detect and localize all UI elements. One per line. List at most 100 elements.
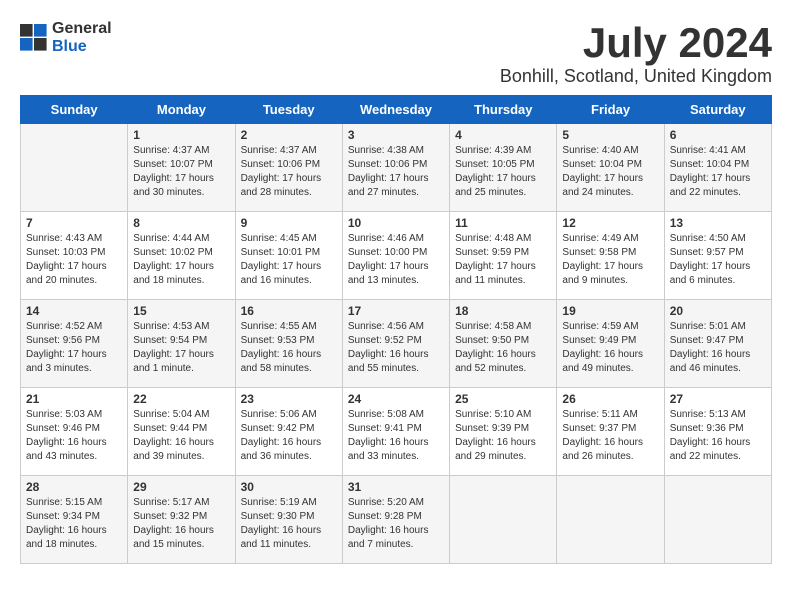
sunset-text: Sunset: 9:30 PM (241, 511, 315, 522)
sunrise-text: Sunrise: 4:44 AM (133, 233, 209, 244)
sunset-text: Sunset: 10:03 PM (26, 247, 106, 258)
sunrise-text: Sunrise: 4:45 AM (241, 233, 317, 244)
calendar-cell: 22 Sunrise: 5:04 AM Sunset: 9:44 PM Dayl… (128, 388, 235, 476)
daylight-text: Daylight: 17 hours and 20 minutes. (26, 261, 107, 286)
day-number: 20 (670, 304, 766, 318)
cell-content: Sunrise: 5:15 AM Sunset: 9:34 PM Dayligh… (26, 496, 122, 552)
daylight-text: Daylight: 16 hours and 39 minutes. (133, 437, 214, 462)
calendar-cell: 18 Sunrise: 4:58 AM Sunset: 9:50 PM Dayl… (450, 300, 557, 388)
sunset-text: Sunset: 9:36 PM (670, 423, 744, 434)
cell-content: Sunrise: 4:38 AM Sunset: 10:06 PM Daylig… (348, 144, 444, 200)
cell-content: Sunrise: 5:13 AM Sunset: 9:36 PM Dayligh… (670, 408, 766, 464)
daylight-text: Daylight: 16 hours and 46 minutes. (670, 349, 751, 374)
calendar-cell: 24 Sunrise: 5:08 AM Sunset: 9:41 PM Dayl… (342, 388, 449, 476)
sunrise-text: Sunrise: 4:53 AM (133, 321, 209, 332)
sunrise-text: Sunrise: 5:08 AM (348, 409, 424, 420)
cell-content: Sunrise: 4:55 AM Sunset: 9:53 PM Dayligh… (241, 320, 337, 376)
day-number: 28 (26, 480, 122, 494)
calendar-week-1: 1 Sunrise: 4:37 AM Sunset: 10:07 PM Dayl… (21, 124, 772, 212)
calendar-cell: 6 Sunrise: 4:41 AM Sunset: 10:04 PM Dayl… (664, 124, 771, 212)
day-number: 1 (133, 128, 229, 142)
logo: General Blue (20, 20, 112, 56)
daylight-text: Daylight: 16 hours and 22 minutes. (670, 437, 751, 462)
calendar-week-2: 7 Sunrise: 4:43 AM Sunset: 10:03 PM Dayl… (21, 212, 772, 300)
sunrise-text: Sunrise: 4:59 AM (562, 321, 638, 332)
daylight-text: Daylight: 17 hours and 11 minutes. (455, 261, 536, 286)
sunset-text: Sunset: 9:47 PM (670, 335, 744, 346)
day-number: 14 (26, 304, 122, 318)
daylight-text: Daylight: 17 hours and 27 minutes. (348, 173, 429, 198)
calendar-cell: 19 Sunrise: 4:59 AM Sunset: 9:49 PM Dayl… (557, 300, 664, 388)
calendar-cell: 26 Sunrise: 5:11 AM Sunset: 9:37 PM Dayl… (557, 388, 664, 476)
calendar-cell: 21 Sunrise: 5:03 AM Sunset: 9:46 PM Dayl… (21, 388, 128, 476)
cell-content: Sunrise: 4:40 AM Sunset: 10:04 PM Daylig… (562, 144, 658, 200)
daylight-text: Daylight: 17 hours and 13 minutes. (348, 261, 429, 286)
cell-content: Sunrise: 4:46 AM Sunset: 10:00 PM Daylig… (348, 232, 444, 288)
sunset-text: Sunset: 9:37 PM (562, 423, 636, 434)
cell-content: Sunrise: 4:53 AM Sunset: 9:54 PM Dayligh… (133, 320, 229, 376)
daylight-text: Daylight: 16 hours and 55 minutes. (348, 349, 429, 374)
weekday-header-wednesday: Wednesday (342, 96, 449, 124)
daylight-text: Daylight: 17 hours and 9 minutes. (562, 261, 643, 286)
cell-content: Sunrise: 5:10 AM Sunset: 9:39 PM Dayligh… (455, 408, 551, 464)
calendar-cell: 29 Sunrise: 5:17 AM Sunset: 9:32 PM Dayl… (128, 476, 235, 564)
sunset-text: Sunset: 9:52 PM (348, 335, 422, 346)
weekday-header-tuesday: Tuesday (235, 96, 342, 124)
sunset-text: Sunset: 10:01 PM (241, 247, 321, 258)
daylight-text: Daylight: 16 hours and 33 minutes. (348, 437, 429, 462)
sunrise-text: Sunrise: 5:01 AM (670, 321, 746, 332)
sunrise-text: Sunrise: 5:03 AM (26, 409, 102, 420)
sunset-text: Sunset: 9:53 PM (241, 335, 315, 346)
cell-content: Sunrise: 4:50 AM Sunset: 9:57 PM Dayligh… (670, 232, 766, 288)
daylight-text: Daylight: 17 hours and 24 minutes. (562, 173, 643, 198)
sunset-text: Sunset: 9:28 PM (348, 511, 422, 522)
weekday-header-sunday: Sunday (21, 96, 128, 124)
calendar-cell (664, 476, 771, 564)
daylight-text: Daylight: 16 hours and 36 minutes. (241, 437, 322, 462)
calendar-week-3: 14 Sunrise: 4:52 AM Sunset: 9:56 PM Dayl… (21, 300, 772, 388)
cell-content: Sunrise: 5:20 AM Sunset: 9:28 PM Dayligh… (348, 496, 444, 552)
day-number: 12 (562, 216, 658, 230)
calendar-cell: 14 Sunrise: 4:52 AM Sunset: 9:56 PM Dayl… (21, 300, 128, 388)
sunset-text: Sunset: 9:59 PM (455, 247, 529, 258)
sunrise-text: Sunrise: 5:19 AM (241, 497, 317, 508)
cell-content: Sunrise: 4:37 AM Sunset: 10:06 PM Daylig… (241, 144, 337, 200)
calendar-cell: 16 Sunrise: 4:55 AM Sunset: 9:53 PM Dayl… (235, 300, 342, 388)
day-number: 11 (455, 216, 551, 230)
sunrise-text: Sunrise: 5:11 AM (562, 409, 637, 420)
cell-content: Sunrise: 4:44 AM Sunset: 10:02 PM Daylig… (133, 232, 229, 288)
sunrise-text: Sunrise: 5:15 AM (26, 497, 102, 508)
day-number: 19 (562, 304, 658, 318)
daylight-text: Daylight: 17 hours and 28 minutes. (241, 173, 322, 198)
calendar-cell: 17 Sunrise: 4:56 AM Sunset: 9:52 PM Dayl… (342, 300, 449, 388)
day-number: 31 (348, 480, 444, 494)
calendar-cell: 9 Sunrise: 4:45 AM Sunset: 10:01 PM Dayl… (235, 212, 342, 300)
calendar-cell: 4 Sunrise: 4:39 AM Sunset: 10:05 PM Dayl… (450, 124, 557, 212)
sunrise-text: Sunrise: 4:52 AM (26, 321, 102, 332)
sunset-text: Sunset: 9:39 PM (455, 423, 529, 434)
calendar-cell: 1 Sunrise: 4:37 AM Sunset: 10:07 PM Dayl… (128, 124, 235, 212)
cell-content: Sunrise: 4:52 AM Sunset: 9:56 PM Dayligh… (26, 320, 122, 376)
sunrise-text: Sunrise: 4:55 AM (241, 321, 317, 332)
calendar-cell: 3 Sunrise: 4:38 AM Sunset: 10:06 PM Dayl… (342, 124, 449, 212)
day-number: 8 (133, 216, 229, 230)
sunset-text: Sunset: 10:05 PM (455, 159, 535, 170)
sunset-text: Sunset: 10:02 PM (133, 247, 213, 258)
day-number: 23 (241, 392, 337, 406)
calendar-cell: 15 Sunrise: 4:53 AM Sunset: 9:54 PM Dayl… (128, 300, 235, 388)
day-number: 17 (348, 304, 444, 318)
sunrise-text: Sunrise: 4:50 AM (670, 233, 746, 244)
page-header: General Blue July 2024 Bonhill, Scotland… (20, 20, 772, 87)
daylight-text: Daylight: 16 hours and 52 minutes. (455, 349, 536, 374)
calendar-cell: 30 Sunrise: 5:19 AM Sunset: 9:30 PM Dayl… (235, 476, 342, 564)
calendar-table: SundayMondayTuesdayWednesdayThursdayFrid… (20, 95, 772, 564)
cell-content: Sunrise: 4:59 AM Sunset: 9:49 PM Dayligh… (562, 320, 658, 376)
day-number: 27 (670, 392, 766, 406)
sunset-text: Sunset: 9:34 PM (26, 511, 100, 522)
sunrise-text: Sunrise: 4:58 AM (455, 321, 531, 332)
day-number: 13 (670, 216, 766, 230)
sunset-text: Sunset: 9:42 PM (241, 423, 315, 434)
sunrise-text: Sunrise: 4:46 AM (348, 233, 424, 244)
calendar-cell: 12 Sunrise: 4:49 AM Sunset: 9:58 PM Dayl… (557, 212, 664, 300)
sunset-text: Sunset: 10:04 PM (562, 159, 642, 170)
